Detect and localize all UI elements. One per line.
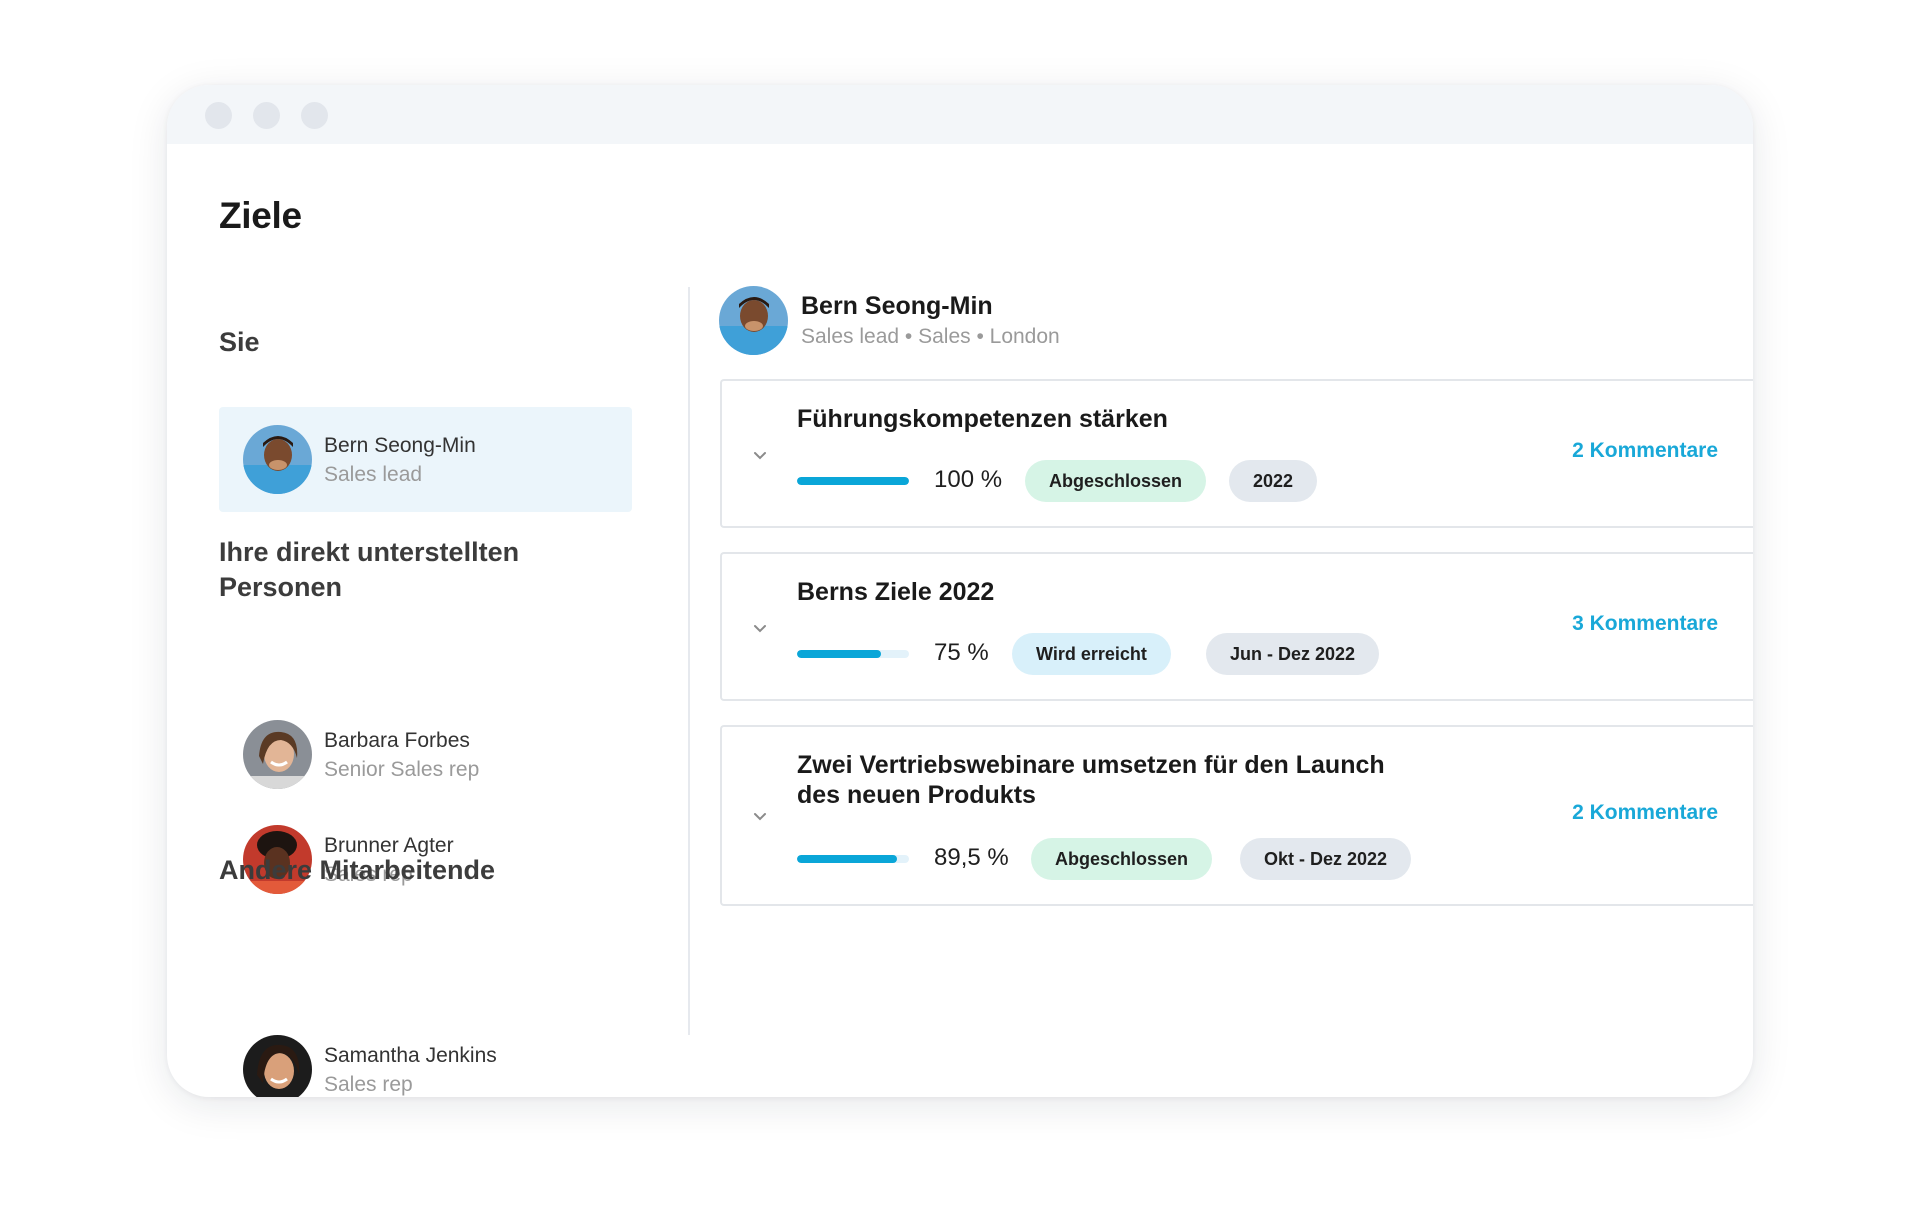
app-window: Ziele Sie Bern Seong-Min Sales lead Ihre… [167,85,1753,1097]
goal-card[interactable]: Führungskompetenzen stärken 100 % Abgesc… [720,379,1753,528]
goal-title[interactable]: Führungskompetenzen stärken [797,404,1168,434]
page-title: Ziele [219,195,302,236]
period-badge: Jun - Dez 2022 [1206,633,1380,675]
window-minimize-dot[interactable] [253,102,280,129]
person-item-other[interactable]: Samantha Jenkins Sales rep [219,1017,632,1097]
person-name: Bern Seong-Min [324,433,476,457]
avatar [243,720,312,789]
goal-card[interactable]: Berns Ziele 2022 75 % Wird erreicht Jun … [720,552,1753,701]
person-item-self[interactable]: Bern Seong-Min Sales lead [219,407,632,512]
status-badge: Abgeschlossen [1025,460,1207,502]
chevron-down-icon[interactable] [752,448,768,464]
goal-title-line: des neuen Produkts [797,781,1036,809]
goal-owner-header: Bern Seong-Min Sales lead • Sales • Lond… [719,286,1060,355]
progress-percent: 75 % [934,639,989,666]
progress-percent: 100 % [934,466,1003,493]
column-divider [688,287,690,1035]
avatar [243,425,312,494]
chevron-down-icon[interactable] [752,809,768,825]
you-section-heading: Sie [219,327,260,357]
avatar [243,1035,312,1097]
person-role: Sales rep [324,1072,413,1096]
owner-name: Bern Seong-Min [801,291,993,320]
others-section-heading: Andere Mitarbeitende [219,855,496,885]
person-role: Senior Sales rep [324,757,480,781]
person-name: Barbara Forbes [324,728,470,752]
person-item-report[interactable]: Barbara Forbes Senior Sales rep [219,702,632,807]
comments-link[interactable]: 3 Kommentare [1572,612,1718,636]
reports-section-heading: Ihre direkt unterstellten Personen [219,537,520,602]
comments-link[interactable]: 2 Kommentare [1572,439,1718,463]
avatar [719,286,788,355]
progress-fill [797,855,898,863]
progress-percent: 89,5 % [934,844,1009,871]
progress-bar [797,855,909,863]
window-maximize-dot[interactable] [301,102,328,129]
period-badge: 2022 [1229,460,1318,502]
chevron-down-icon[interactable] [752,621,768,637]
goal-title[interactable]: Zwei Vertriebswebinare umsetzen für den … [797,750,1385,810]
goal-card[interactable]: Zwei Vertriebswebinare umsetzen für den … [720,725,1753,906]
progress-fill [797,477,909,485]
goal-title-line: Zwei Vertriebswebinare umsetzen für den … [797,751,1385,779]
goal-title[interactable]: Berns Ziele 2022 [797,577,994,607]
window-close-dot[interactable] [205,102,232,129]
progress-bar [797,650,909,658]
period-badge: Okt - Dez 2022 [1240,838,1412,880]
progress-fill [797,650,881,658]
status-badge: Abgeschlossen [1031,838,1213,880]
progress-bar [797,477,909,485]
status-badge: Wird erreicht [1012,633,1171,675]
owner-meta: Sales lead • Sales • London [801,324,1060,348]
person-name: Samantha Jenkins [324,1043,497,1067]
window-titlebar [167,85,1753,144]
comments-link[interactable]: 2 Kommentare [1572,801,1718,825]
person-role: Sales lead [324,462,423,486]
